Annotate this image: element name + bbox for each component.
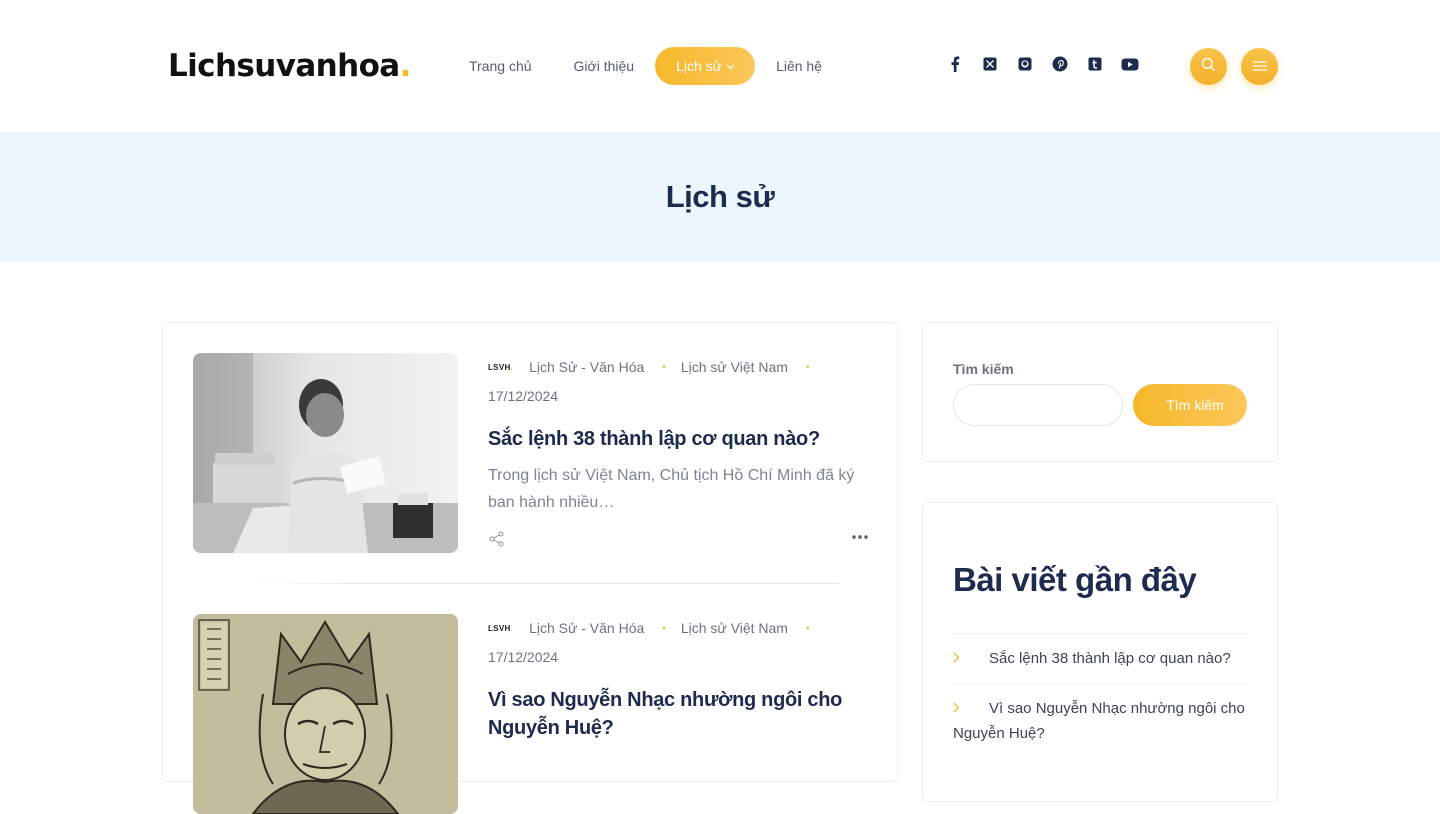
nav-item-history[interactable]: Lịch sử — [655, 47, 756, 86]
post-title[interactable]: Vì sao Nguyễn Nhạc nhường ngôi cho Nguyễ… — [488, 686, 868, 742]
author-badge: LSVH. — [488, 354, 513, 382]
search-input[interactable] — [953, 384, 1123, 426]
author-badge-text: LSVH — [488, 624, 511, 634]
author-badge-dot: . — [510, 363, 514, 373]
page-title: Lịch sử — [665, 179, 775, 214]
search-icon — [1201, 57, 1216, 77]
logo-dot: . — [399, 48, 412, 84]
post-category-link[interactable]: Lịch Sử - Văn Hóa — [529, 359, 644, 375]
post-date: 17/12/2024 — [488, 388, 559, 405]
hamburger-menu-icon — [1252, 58, 1268, 76]
post-photo-image — [193, 614, 458, 814]
meta-separator: • — [662, 362, 666, 374]
nav-item-label: Lịch sử — [676, 58, 723, 74]
youtube-icon[interactable] — [1120, 55, 1140, 73]
recent-posts-title: Bài viết gần đây — [953, 561, 1197, 598]
x-twitter-icon[interactable] — [980, 55, 1000, 73]
search-button[interactable]: Tìm kiếm — [1133, 384, 1247, 426]
post-thumbnail[interactable] — [193, 614, 458, 814]
post-category-link[interactable]: Lịch sử Việt Nam — [681, 620, 788, 636]
github-icon[interactable] — [1015, 55, 1035, 73]
author-badge: LSVH. — [488, 615, 513, 643]
post-excerpt: Trong lịch sử Việt Nam, Chủ tịch Hồ Chí … — [488, 467, 855, 511]
share-icon[interactable] — [488, 530, 506, 548]
facebook-icon[interactable] — [945, 55, 965, 73]
site-header: Lichsuvanhoa. Trang chủ Giới thiệu Lịch … — [0, 0, 1440, 132]
search-widget: Tìm kiếm Tìm kiếm — [922, 322, 1278, 462]
meta-separator: • — [805, 362, 810, 374]
main-nav: Trang chủ Giới thiệu Lịch sử Liên hệ — [448, 47, 843, 85]
post-divider — [243, 583, 839, 584]
social-links — [945, 55, 1155, 73]
nav-item-about[interactable]: Giới thiệu — [553, 47, 656, 85]
author-badge-dot: . — [510, 624, 514, 634]
post-meta: LSVH. Lịch Sử - Văn Hóa • Lịch sử Việt Nam •… — [488, 353, 868, 410]
nav-item-label: Giới thiệu — [573, 58, 635, 74]
post-thumbnail[interactable] — [193, 353, 458, 553]
author-badge-text: LSVH — [488, 363, 511, 373]
recent-posts-widget: Bài viết gần đây Sắc lệnh 38 thành lập c… — [922, 502, 1278, 802]
chevron-right-icon — [953, 696, 989, 721]
chevron-right-icon — [953, 646, 989, 671]
recent-post-item[interactable]: Sắc lệnh 38 thành lập cơ quan nào? — [953, 633, 1249, 683]
meta-separator: • — [662, 623, 666, 635]
pinterest-icon[interactable] — [1050, 55, 1070, 73]
nav-item-home[interactable]: Trang chủ — [448, 47, 553, 85]
chevron-down-icon — [726, 48, 735, 86]
recent-post-item[interactable]: Vì sao Nguyễn Nhạc nhường ngôi cho Nguyễ… — [953, 683, 1249, 758]
meta-separator: • — [805, 623, 810, 635]
nav-item-contact[interactable]: Liên hệ — [755, 47, 843, 85]
post-meta: LSVH. Lịch Sử - Văn Hóa • Lịch sử Việt Nam •… — [488, 614, 868, 671]
post-card: LSVH. Lịch Sử - Văn Hóa • Lịch sử Việt Nam •… — [193, 353, 869, 553]
post-category-link[interactable]: Lịch sử Việt Nam — [681, 359, 788, 375]
tumblr-icon[interactable] — [1085, 55, 1105, 73]
post-list: LSVH. Lịch Sử - Văn Hóa • Lịch sử Việt Nam •… — [162, 322, 898, 814]
recent-post-label: Sắc lệnh 38 thành lập cơ quan nào? — [989, 650, 1231, 667]
nav-item-label: Liên hệ — [776, 58, 822, 74]
page-banner: Lịch sử — [0, 132, 1440, 262]
post-date: 17/12/2024 — [488, 649, 559, 666]
search-label: Tìm kiếm — [953, 361, 1014, 377]
header-search-button[interactable] — [1190, 48, 1227, 85]
post-photo-image — [193, 353, 458, 553]
nav-item-label: Trang chủ — [469, 58, 532, 74]
post-title[interactable]: Sắc lệnh 38 thành lập cơ quan nào? — [488, 425, 868, 453]
site-logo[interactable]: Lichsuvanhoa. — [168, 48, 411, 84]
logo-text: Lichsuvanhoa — [168, 48, 400, 84]
post-card: LSVH. Lịch Sử - Văn Hóa • Lịch sử Việt Nam •… — [193, 614, 869, 814]
header-menu-button[interactable] — [1241, 48, 1278, 85]
recent-post-label: Vì sao Nguyễn Nhạc nhường ngôi cho Nguyễ… — [953, 700, 1245, 742]
more-options-icon[interactable] — [851, 528, 869, 546]
recent-posts-list: Sắc lệnh 38 thành lập cơ quan nào? Vì sa… — [953, 633, 1249, 758]
post-category-link[interactable]: Lịch Sử - Văn Hóa — [529, 620, 644, 636]
